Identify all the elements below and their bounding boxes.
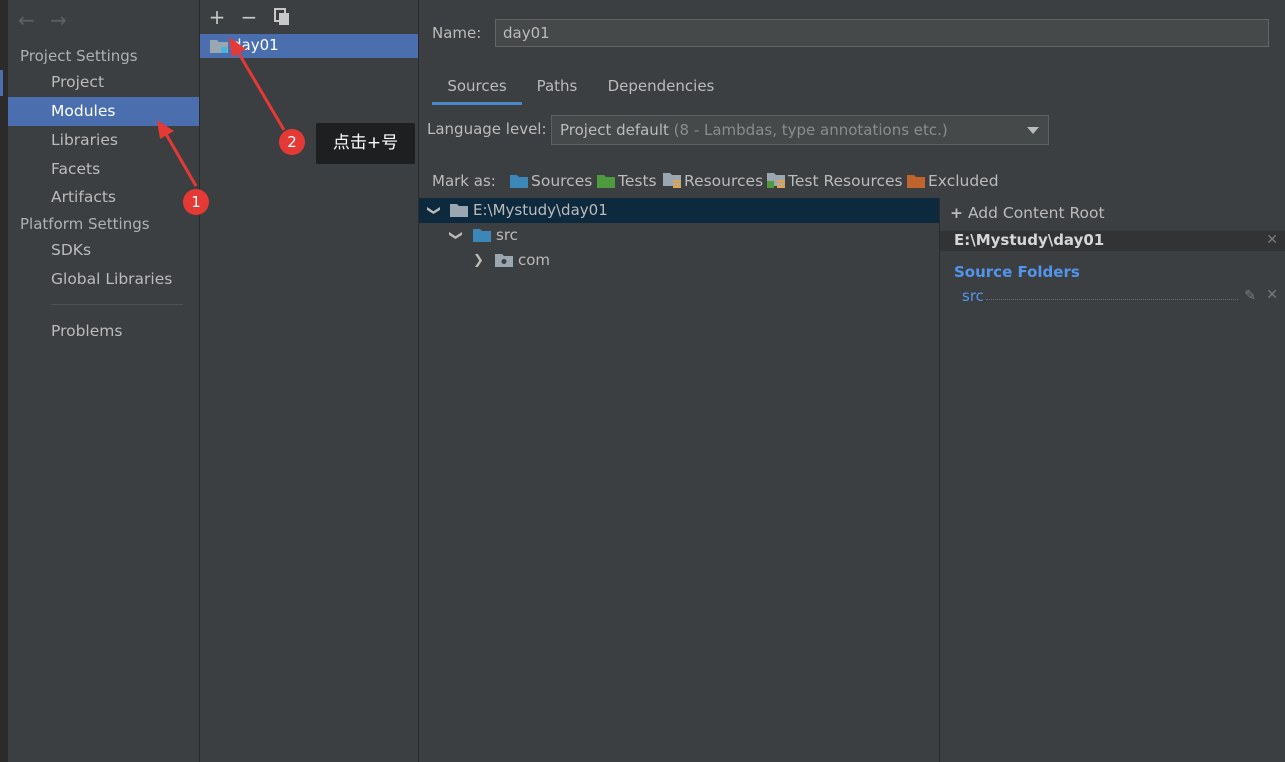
sidebar-item-global-libraries[interactable]: Global Libraries xyxy=(8,265,199,294)
mark-as-excluded-label: Excluded xyxy=(928,172,999,190)
mark-as-resources-button[interactable]: Resources xyxy=(663,172,763,190)
settings-sidebar: ← → Project Settings Project Modules Lib… xyxy=(8,0,200,762)
add-content-root-label: Add Content Root xyxy=(967,204,1105,222)
language-level-detail: (8 - Lambdas, type annotations etc.) xyxy=(673,121,948,139)
close-icon[interactable]: ✕ xyxy=(1266,232,1278,248)
copy-module-button[interactable] xyxy=(270,5,294,29)
module-list-panel: + − day01 xyxy=(200,0,419,762)
mark-as-label: Mark as: xyxy=(432,172,496,190)
mark-as-tests-label: Tests xyxy=(618,172,657,190)
sidebar-item-artifacts[interactable]: Artifacts xyxy=(8,183,199,212)
name-label: Name: xyxy=(432,24,482,42)
platform-settings-heading: Platform Settings xyxy=(20,215,150,233)
test-resources-folder-icon xyxy=(767,173,785,188)
project-settings-heading: Project Settings xyxy=(20,47,138,65)
tree-row-src[interactable]: ❯ src xyxy=(419,223,939,248)
module-item-day01[interactable]: day01 xyxy=(200,34,418,58)
mark-as-tests-button[interactable]: Tests xyxy=(597,172,657,190)
module-folder-icon xyxy=(210,40,228,53)
content-root-header: E:\Mystudy\day01 ✕ xyxy=(940,231,1285,251)
sidebar-item-modules[interactable]: Modules xyxy=(8,97,199,126)
language-level-label: Language level: xyxy=(427,120,547,138)
sources-folder-icon xyxy=(473,229,491,242)
resources-folder-icon xyxy=(663,173,681,188)
language-level-dropdown[interactable]: Project default (8 - Lambdas, type annot… xyxy=(551,115,1049,145)
mark-as-test-resources-label: Test Resources xyxy=(788,172,903,190)
module-name-input[interactable] xyxy=(495,19,1269,47)
tree-root-label: E:\Mystudy\day01 xyxy=(473,201,608,219)
chevron-down-icon xyxy=(1027,127,1039,134)
chevron-down-icon[interactable]: ❯ xyxy=(443,230,468,241)
tests-folder-icon xyxy=(597,175,615,188)
source-folder-leader-dots xyxy=(986,299,1238,300)
content-root-path: E:\Mystudy\day01 xyxy=(954,231,1105,249)
sources-folder-icon xyxy=(510,175,528,188)
back-arrow-icon[interactable]: ← xyxy=(18,8,35,32)
add-module-button[interactable]: + xyxy=(205,5,229,29)
source-folders-heading: Source Folders xyxy=(954,263,1080,281)
module-editor: Name: Sources Paths Dependencies Languag… xyxy=(419,0,1285,762)
annotation-badge-1: 1 xyxy=(183,189,209,215)
close-icon[interactable]: ✕ xyxy=(1266,287,1278,303)
mark-as-test-resources-button[interactable]: Test Resources xyxy=(767,172,903,190)
tab-paths[interactable]: Paths xyxy=(529,74,585,102)
tree-row-com[interactable]: ❯ com xyxy=(419,248,939,273)
remove-module-button[interactable]: − xyxy=(237,5,261,29)
mark-as-sources-button[interactable]: Sources xyxy=(510,172,592,190)
sidebar-item-libraries[interactable]: Libraries xyxy=(8,126,199,155)
sidebar-item-problems[interactable]: Problems xyxy=(8,317,199,346)
forward-arrow-icon[interactable]: → xyxy=(50,8,67,32)
sidebar-item-facets[interactable]: Facets xyxy=(8,155,199,184)
sidebar-separator xyxy=(51,304,183,305)
annotation-callout: 点击+号 xyxy=(316,123,415,164)
plus-icon: + xyxy=(950,204,963,222)
minus-icon: − xyxy=(240,5,258,29)
left-edge-strip xyxy=(0,0,8,762)
tree-src-label: src xyxy=(496,226,518,244)
sidebar-item-sdks[interactable]: SDKs xyxy=(8,236,199,265)
tree-row-root[interactable]: ❯ E:\Mystudy\day01 xyxy=(419,198,939,223)
tab-dependencies[interactable]: Dependencies xyxy=(605,74,717,102)
mark-as-sources-label: Sources xyxy=(531,172,593,190)
plus-icon: + xyxy=(208,5,226,29)
package-folder-icon xyxy=(495,254,513,267)
mark-as-excluded-button[interactable]: Excluded xyxy=(907,172,999,190)
add-content-root-button[interactable]: + Add Content Root xyxy=(950,204,1105,222)
copy-icon xyxy=(274,8,289,25)
pencil-icon[interactable]: ✎ xyxy=(1244,288,1256,304)
mark-as-resources-label: Resources xyxy=(684,172,764,190)
content-root-panel: + Add Content Root E:\Mystudy\day01 ✕ So… xyxy=(939,198,1285,762)
annotation-badge-2: 2 xyxy=(279,129,305,155)
folder-icon xyxy=(450,204,468,217)
chevron-down-icon[interactable]: ❯ xyxy=(421,205,446,216)
left-edge-marker xyxy=(0,70,3,96)
sidebar-item-project[interactable]: Project xyxy=(8,68,199,97)
chevron-right-icon[interactable]: ❯ xyxy=(473,248,484,273)
tab-sources[interactable]: Sources xyxy=(432,74,522,105)
module-item-label: day01 xyxy=(232,36,279,54)
tree-com-label: com xyxy=(518,251,551,269)
language-level-value: Project default xyxy=(560,121,669,139)
content-root-tree: ❯ E:\Mystudy\day01 ❯ src ❯ com xyxy=(419,198,939,762)
source-folder-item[interactable]: src xyxy=(962,287,984,305)
excluded-folder-icon xyxy=(907,175,925,188)
